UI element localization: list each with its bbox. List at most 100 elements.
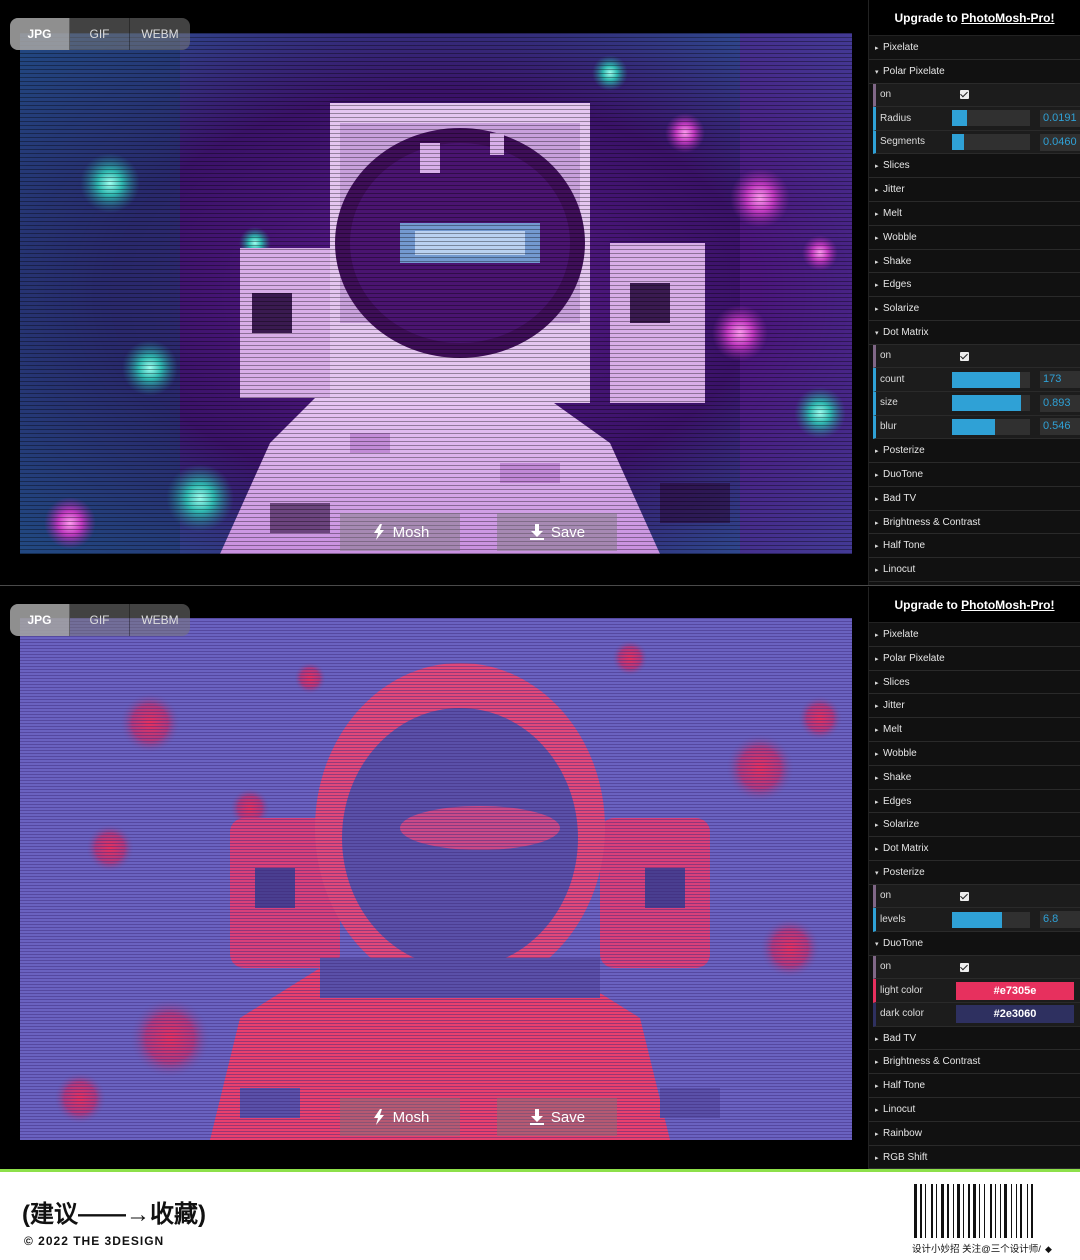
effects-sidebar: Upgrade to PhotoMosh-Pro! ▸ Pixelate ▸ Pol…: [868, 587, 1080, 1169]
effect-label: Wobble: [883, 747, 917, 759]
on-checkbox[interactable]: [960, 891, 969, 901]
levels-input[interactable]: 6.8: [1040, 911, 1080, 929]
tab-jpg[interactable]: JPG: [10, 18, 70, 50]
effect-jitter[interactable]: ▸ Jitter: [869, 178, 1080, 202]
segments-slider[interactable]: [952, 134, 1030, 151]
size-input[interactable]: 0.893: [1040, 394, 1080, 412]
control-label: blur: [880, 421, 897, 433]
control-label: dark color: [880, 1008, 924, 1020]
segments-input[interactable]: 0.0460: [1040, 133, 1080, 151]
radius-slider[interactable]: [952, 110, 1030, 127]
caret-right-icon: ▸: [875, 187, 879, 195]
effect-polar-pixelate[interactable]: ▾ Polar Pixelate: [869, 59, 1080, 84]
count-input[interactable]: 173: [1040, 371, 1080, 389]
barcode-bar: [990, 1184, 992, 1238]
effect-linocut[interactable]: ▸ Linocut: [869, 558, 1080, 582]
effect-duotone[interactable]: ▾ DuoTone: [869, 931, 1080, 956]
radius-input[interactable]: 0.0191: [1040, 109, 1080, 127]
control-label: on: [880, 961, 892, 973]
effect-solarize[interactable]: ▸ Solarize: [869, 813, 1080, 838]
effect-label: Polar Pixelate: [883, 65, 945, 77]
dark-color-swatch[interactable]: #2e3060: [956, 1005, 1074, 1024]
effect-polar-pixelate[interactable]: ▸ Polar Pixelate: [869, 646, 1080, 671]
barcode-bar: [984, 1184, 985, 1238]
blur-slider[interactable]: [952, 418, 1030, 435]
on-checkbox[interactable]: [960, 90, 969, 100]
effect-label: Half Tone: [883, 540, 926, 552]
upgrade-link[interactable]: PhotoMosh-Pro!: [961, 11, 1054, 25]
effect-wobble[interactable]: ▸ Wobble: [869, 225, 1080, 250]
caret-right-icon: ▸: [875, 1083, 879, 1091]
caret-right-icon: ▸: [875, 567, 879, 575]
effect-melt[interactable]: ▸ Melt: [869, 718, 1080, 742]
barcode-bar: [979, 1184, 980, 1238]
copyright-text: © 2022 THE 3DESIGN: [24, 1234, 165, 1248]
upgrade-link[interactable]: PhotoMosh-Pro!: [961, 598, 1054, 612]
effect-edges[interactable]: ▸ Edges: [869, 273, 1080, 298]
astronaut-image-duotone: [20, 618, 852, 1140]
effect-shake[interactable]: ▸ Shake: [869, 249, 1080, 274]
control-label: Segments: [880, 136, 926, 148]
effect-rgb-shift[interactable]: ▸ RGB Shift: [869, 1145, 1080, 1169]
effect-duotone[interactable]: ▸ DuoTone: [869, 462, 1080, 487]
blur-input[interactable]: 0.546: [1040, 418, 1080, 436]
effect-half-tone[interactable]: ▸ Half Tone: [869, 534, 1080, 559]
barcode-graphic: [914, 1184, 1033, 1238]
effect-brightness-contrast[interactable]: ▸ Brightness & Contrast: [869, 1050, 1080, 1075]
effect-half-tone[interactable]: ▸ Half Tone: [869, 1074, 1080, 1098]
effect-rainbow[interactable]: ▸ Rainbow: [869, 1121, 1080, 1146]
caret-right-icon: ▸: [875, 471, 879, 479]
upgrade-prefix: Upgrade to: [894, 11, 962, 25]
barcode-bar: [931, 1184, 933, 1238]
effect-shake[interactable]: ▸ Shake: [869, 765, 1080, 790]
effect-posterize[interactable]: ▸ Posterize: [869, 439, 1080, 463]
on-checkbox[interactable]: [960, 351, 969, 361]
effect-slices[interactable]: ▸ Slices: [869, 154, 1080, 179]
save-button[interactable]: Save: [497, 1098, 617, 1136]
effect-bad-tv[interactable]: ▸ Bad TV: [869, 486, 1080, 511]
effect-label: Slices: [883, 160, 910, 172]
effect-dot-matrix[interactable]: ▸ Dot Matrix: [869, 837, 1080, 861]
effect-slices[interactable]: ▸ Slices: [869, 670, 1080, 695]
tab-gif[interactable]: GIF: [70, 604, 130, 636]
save-button[interactable]: Save: [497, 513, 617, 551]
download-icon: [529, 524, 544, 540]
effect-label: RGB Shift: [883, 1151, 928, 1163]
caret-right-icon: ▸: [875, 1154, 879, 1162]
effect-label: Rainbow: [883, 1127, 922, 1139]
barcode-bar: [936, 1184, 937, 1238]
effect-melt[interactable]: ▸ Melt: [869, 201, 1080, 226]
effect-label: Pixelate: [883, 629, 919, 640]
footer-banner: (建议——→收藏) © 2022 THE 3DESIGN 设计小妙招 关注@三个…: [0, 1169, 1080, 1260]
on-checkbox[interactable]: [960, 962, 969, 972]
effect-dot-matrix[interactable]: ▾ Dot Matrix: [869, 320, 1080, 345]
effect-jitter[interactable]: ▸ Jitter: [869, 694, 1080, 719]
effect-edges[interactable]: ▸ Edges: [869, 789, 1080, 814]
tab-gif[interactable]: GIF: [70, 18, 130, 50]
effect-solarize[interactable]: ▸ Solarize: [869, 297, 1080, 321]
effect-linocut[interactable]: ▸ Linocut: [869, 1097, 1080, 1122]
light-color-swatch[interactable]: #e7305e: [956, 981, 1074, 1000]
save-suggestion-text: (建议——→收藏): [22, 1201, 206, 1228]
levels-slider[interactable]: [952, 911, 1030, 928]
barcode-bar: [953, 1184, 954, 1238]
barcode-bar: [995, 1184, 996, 1238]
effect-label: DuoTone: [883, 468, 924, 480]
count-slider[interactable]: [952, 371, 1030, 388]
tab-webm[interactable]: WEBM: [130, 18, 190, 50]
caret-right-icon: ▸: [875, 750, 879, 758]
size-slider[interactable]: [952, 395, 1030, 412]
effect-wobble[interactable]: ▸ Wobble: [869, 741, 1080, 766]
effect-pixelate[interactable]: ▸ Pixelate: [869, 36, 1080, 60]
effect-posterize[interactable]: ▾ Posterize: [869, 860, 1080, 885]
tab-jpg[interactable]: JPG: [10, 604, 70, 636]
upgrade-banner: Upgrade to PhotoMosh-Pro!: [869, 0, 1080, 36]
effect-pixelate[interactable]: ▸ Pixelate: [869, 623, 1080, 647]
caret-right-icon: ▸: [875, 655, 879, 663]
barcode-bar: [968, 1184, 970, 1238]
effect-brightness-contrast[interactable]: ▸ Brightness & Contrast: [869, 510, 1080, 535]
tab-webm[interactable]: WEBM: [130, 604, 190, 636]
effect-bad-tv[interactable]: ▸ Bad TV: [869, 1026, 1080, 1051]
mosh-button[interactable]: Mosh: [340, 1098, 460, 1136]
mosh-button[interactable]: Mosh: [340, 513, 460, 551]
